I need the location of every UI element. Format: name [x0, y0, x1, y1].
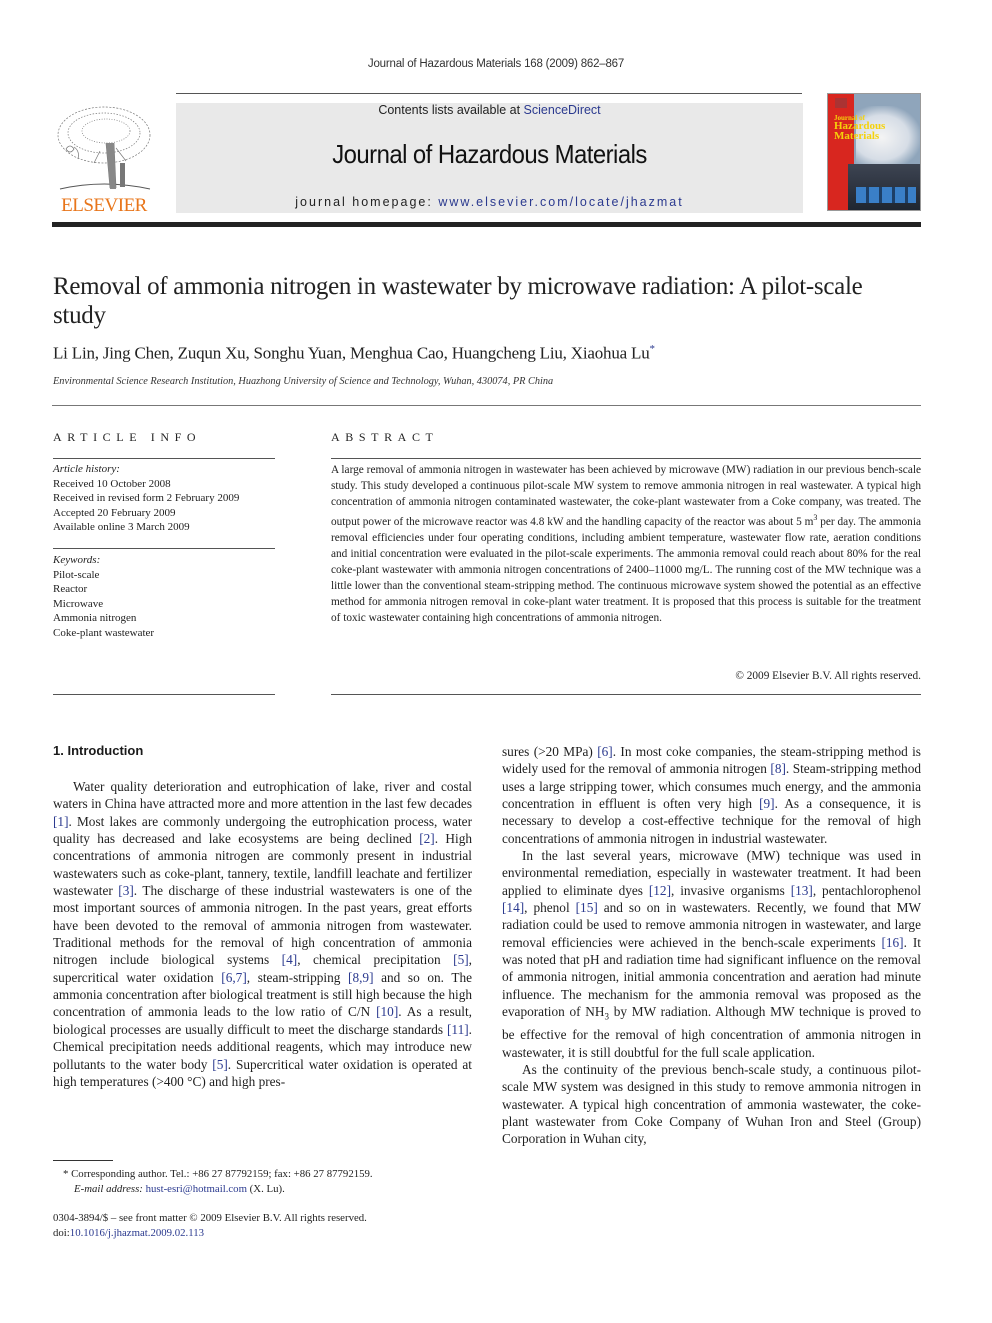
text-run: , steam-stripping: [246, 969, 349, 985]
abstract-rule-bottom: [331, 694, 921, 695]
corresponding-author-note: * Corresponding author. Tel.: +86 27 877…: [63, 1168, 373, 1180]
citation-link[interactable]: [14]: [502, 900, 524, 915]
abstract-text-part2: per day. The ammonia removal efficiencie…: [331, 515, 921, 624]
keyword-item: Pilot-scale: [53, 568, 100, 581]
doi-link[interactable]: 10.1016/j.jhazmat.2009.02.113: [70, 1227, 204, 1239]
text-run: , chemical precipitation: [297, 952, 454, 968]
citation-link[interactable]: [4]: [282, 952, 298, 967]
body-column-right: sures (>20 MPa) [6]. In most coke compan…: [502, 743, 921, 1148]
author-list: Li Lin, Jing Chen, Zuqun Xu, Songhu Yuan…: [53, 343, 655, 364]
paragraph: Water quality deterioration and eutrophi…: [53, 778, 472, 1090]
text-run: , invasive organisms: [671, 882, 791, 898]
email-link[interactable]: hust-esri@hotmail.com: [146, 1183, 247, 1195]
abstract-copyright: © 2009 Elsevier B.V. All rights reserved…: [735, 670, 921, 682]
article-history: Article history: Received 10 October 200…: [53, 462, 239, 535]
citation-link[interactable]: [6]: [597, 744, 613, 759]
keyword-item: Coke-plant wastewater: [53, 626, 155, 639]
article-info-rule-1: [53, 458, 275, 459]
corresponding-author-marker[interactable]: *: [650, 343, 656, 355]
elsevier-logo[interactable]: ELSEVIER: [52, 103, 156, 216]
keyword-item: Reactor: [53, 583, 88, 595]
section-heading-introduction: 1. Introduction: [53, 743, 144, 758]
citation-link[interactable]: [13]: [791, 883, 813, 898]
article-info-heading: ARTICLE INFO: [53, 430, 202, 444]
email-line: E-mail address: hust-esri@hotmail.com (X…: [63, 1182, 373, 1197]
front-matter: 0304-3894/$ – see front matter © 2009 El…: [53, 1211, 367, 1240]
authors-text: Li Lin, Jing Chen, Zuqun Xu, Songhu Yuan…: [53, 343, 650, 363]
citation-link[interactable]: [15]: [576, 900, 598, 915]
sciencedirect-link[interactable]: ScienceDirect: [524, 103, 601, 117]
keywords-label: Keywords:: [53, 554, 101, 566]
text-run: Water quality deterioration and eutrophi…: [53, 779, 472, 812]
contents-line: Contents lists available at ScienceDirec…: [176, 103, 803, 117]
abstract-text: A large removal of ammonia nitrogen in w…: [331, 462, 921, 626]
article-title: Removal of ammonia nitrogen in wastewate…: [53, 273, 863, 329]
text-run: sures (>20 MPa): [502, 744, 598, 759]
contents-prefix: Contents lists available at: [378, 103, 524, 117]
paragraph: As the continuity of the previous bench-…: [502, 1061, 921, 1148]
citation-link[interactable]: [3]: [118, 883, 134, 898]
journal-homepage: journal homepage: www.elsevier.com/locat…: [176, 195, 803, 209]
homepage-prefix: journal homepage:: [295, 195, 439, 209]
email-label: E-mail address:: [74, 1182, 146, 1195]
citation-link[interactable]: [2]: [419, 831, 435, 846]
citation-link[interactable]: [5]: [212, 1057, 228, 1072]
abstract-heading: ABSTRACT: [331, 430, 439, 444]
citation-link[interactable]: [12]: [649, 883, 671, 898]
header-divider: [52, 405, 921, 406]
elsevier-tree-icon: [57, 106, 151, 190]
doi-prefix: doi:: [53, 1226, 70, 1239]
masthead-top-rule: [176, 93, 802, 94]
text-run: As the continuity of the previous bench-…: [502, 1061, 921, 1147]
article-history-label: Article history:: [53, 463, 120, 475]
keyword-item: Ammonia nitrogen: [53, 612, 137, 624]
running-header: Journal of Hazardous Materials 168 (2009…: [367, 58, 625, 70]
footnote-rule: [53, 1160, 113, 1161]
body-column-left: Water quality deterioration and eutrophi…: [53, 778, 472, 1090]
article-info-rule-3: [53, 694, 275, 695]
article-info-rule-2: [53, 548, 275, 549]
cover-tanks: [855, 186, 917, 204]
doi-line: doi:10.1016/j.jhazmat.2009.02.113: [53, 1226, 367, 1241]
citation-link[interactable]: [16]: [881, 935, 903, 950]
citation-link[interactable]: [8]: [770, 761, 786, 776]
cover-publisher-logo-icon: [835, 98, 847, 108]
journal-banner: Contents lists available at ScienceDirec…: [176, 103, 803, 213]
masthead-bottom-bar: [52, 222, 921, 227]
citation-link[interactable]: [11]: [447, 1022, 469, 1037]
history-item: Received in revised form 2 February 2009: [53, 492, 240, 504]
cover-title-main: Hazardous Materials: [834, 121, 885, 142]
history-item: Received 10 October 2008: [53, 477, 171, 490]
email-suffix: (X. Lu).: [246, 1182, 285, 1195]
cover-title-line3: Materials: [834, 130, 880, 142]
paragraph: sures (>20 MPa) [6]. In most coke compan…: [502, 743, 921, 847]
citation-link[interactable]: [6,7]: [221, 970, 246, 985]
affiliation: Environmental Science Research Instituti…: [53, 376, 554, 387]
text-run: . Most lakes are commonly undergoing the…: [53, 813, 472, 847]
journal-cover-image[interactable]: Journal of Hazardous Materials: [827, 93, 921, 211]
citation-link[interactable]: [1]: [53, 814, 69, 829]
paragraph: In the last several years, microwave (MW…: [502, 847, 921, 1061]
journal-title: Journal of Hazardous Materials: [332, 139, 647, 169]
issn-line: 0304-3894/$ – see front matter © 2009 El…: [53, 1212, 367, 1224]
text-run: , phenol: [524, 900, 576, 916]
keywords: Keywords: Pilot-scale Reactor Microwave …: [53, 553, 154, 640]
citation-link[interactable]: [9]: [759, 796, 775, 811]
citation-link[interactable]: [8,9]: [348, 970, 373, 985]
history-item: Accepted 20 February 2009: [53, 506, 176, 519]
history-item: Available online 3 March 2009: [53, 521, 190, 533]
keyword-item: Microwave: [53, 597, 104, 610]
citation-link[interactable]: [10]: [376, 1004, 398, 1019]
citation-link[interactable]: [5]: [453, 952, 469, 967]
abstract-rule-top: [331, 458, 921, 459]
elsevier-wordmark: ELSEVIER: [61, 195, 147, 216]
homepage-link[interactable]: www.elsevier.com/locate/jhazmat: [438, 195, 683, 209]
text-run: , pentachlorophenol: [812, 882, 922, 898]
footnote-corresponding: * Corresponding author. Tel.: +86 27 877…: [63, 1167, 373, 1196]
